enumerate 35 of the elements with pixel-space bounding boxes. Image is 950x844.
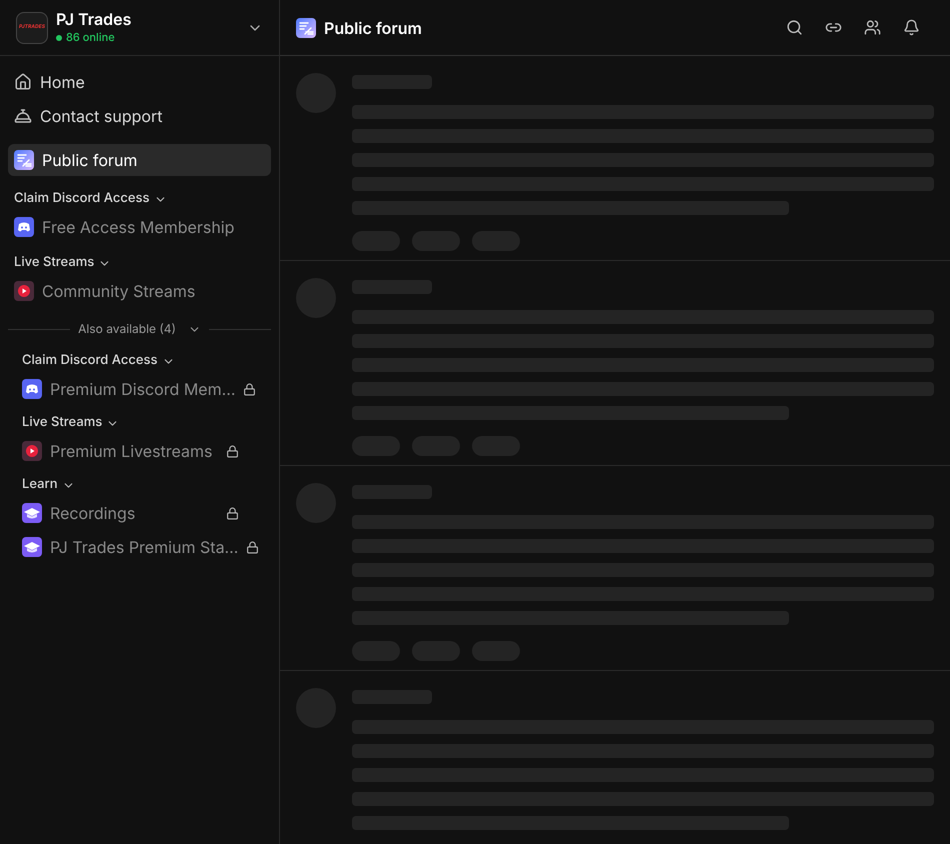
members-icon[interactable]	[864, 19, 881, 36]
home-icon	[14, 73, 32, 91]
section-header[interactable]: Live Streams	[14, 253, 94, 273]
lock-icon	[243, 382, 256, 396]
channel-item[interactable]: Community Streams	[6, 274, 273, 308]
lock-icon	[226, 444, 239, 458]
channel-item[interactable]: Recordings	[14, 496, 265, 530]
graduation-cap-app-icon	[22, 503, 42, 523]
section-header[interactable]: Learn	[22, 475, 58, 495]
workspace-name: PJ Trades	[56, 9, 132, 30]
chat-bubble-app-icon	[14, 217, 34, 237]
channel-item[interactable]: Premium Livestreams	[14, 434, 265, 468]
service-bell-icon	[14, 107, 32, 125]
channel-item[interactable]: Premium Discord Mem...	[14, 372, 265, 406]
section-header[interactable]: Live Streams	[22, 413, 102, 433]
also-available-toggle[interactable]: Also available (4)	[78, 320, 176, 338]
section-header[interactable]: Claim Discord Access	[22, 351, 158, 371]
forum-icon	[296, 18, 316, 38]
nav-item[interactable]: Home	[8, 66, 271, 98]
chat-bubble-app-icon	[22, 379, 42, 399]
play-button-app-icon	[14, 281, 34, 301]
search-icon[interactable]	[786, 19, 803, 36]
play-button-app-icon	[22, 441, 42, 461]
forum-icon	[14, 150, 34, 170]
notifications-icon[interactable]	[903, 19, 920, 36]
lock-icon	[246, 540, 260, 554]
online-count: 86 online	[56, 29, 239, 46]
nav-item[interactable]: Contact support	[8, 100, 271, 132]
nav-item[interactable]: Public forum	[8, 144, 271, 176]
channel-item[interactable]: PJ Trades Premium Sta...	[14, 530, 265, 564]
graduation-cap-app-icon	[22, 537, 42, 557]
section-header[interactable]: Claim Discord Access	[14, 189, 150, 209]
channel-item[interactable]: Free Access Membership	[6, 210, 273, 244]
page-title: Public forum	[324, 16, 423, 40]
lock-icon	[226, 506, 239, 520]
